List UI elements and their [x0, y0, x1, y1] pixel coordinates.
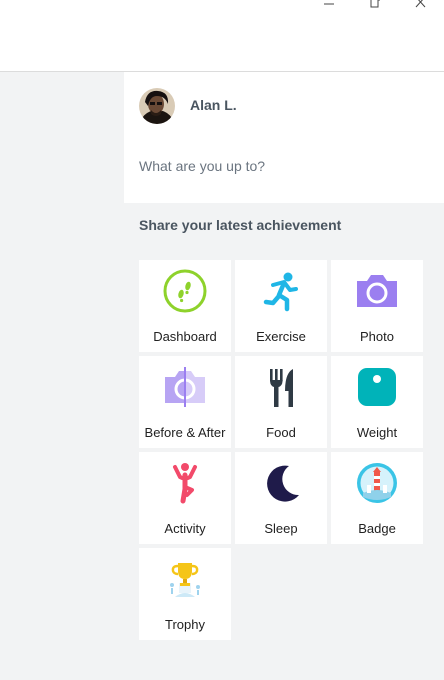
moon-icon	[267, 465, 299, 502]
close-icon	[415, 0, 426, 8]
trophy-icon	[170, 563, 200, 597]
maximize-button[interactable]	[363, 0, 387, 12]
photo-tile[interactable]: Photo	[331, 260, 423, 352]
sleep-tile[interactable]: Sleep	[235, 452, 327, 544]
section-title: Share your latest achievement	[139, 217, 342, 233]
tile-label: Exercise	[256, 329, 306, 344]
before-after-tile[interactable]: Before & After	[139, 356, 231, 448]
tile-label: Weight	[356, 425, 398, 440]
tile-label: Before & After	[144, 425, 226, 440]
badge-tile[interactable]: Badge	[331, 452, 423, 544]
activity-icon	[173, 463, 197, 504]
exercise-icon	[263, 272, 298, 312]
user-name: Alan L.	[190, 97, 237, 113]
food-tile[interactable]: Food	[235, 356, 327, 448]
tile-label: Food	[266, 425, 296, 440]
exercise-tile[interactable]: Exercise	[235, 260, 327, 352]
title-bar	[0, 0, 444, 72]
left-pane	[0, 72, 124, 680]
tile-label: Trophy	[165, 617, 205, 632]
tile-label: Activity	[164, 521, 206, 536]
camera-icon	[357, 275, 397, 307]
activity-tile[interactable]: Activity	[139, 452, 231, 544]
weight-tile[interactable]: Weight	[331, 356, 423, 448]
status-composer: Alan L.	[124, 72, 444, 203]
status-input[interactable]	[139, 155, 429, 177]
food-icon	[270, 369, 293, 407]
dashboard-tile[interactable]: Dashboard	[139, 260, 231, 352]
close-button[interactable]	[409, 0, 433, 12]
maximize-icon	[370, 0, 380, 8]
minimize-icon	[324, 3, 334, 5]
tile-label: Photo	[360, 329, 394, 344]
tile-label: Sleep	[264, 521, 298, 536]
tile-label: Dashboard	[153, 329, 217, 344]
badge-icon	[357, 463, 397, 503]
avatar[interactable]	[139, 88, 175, 124]
main-panel: Alan L. Share your latest achievement Da…	[124, 72, 444, 680]
dashboard-icon	[163, 269, 207, 313]
tile-label: Badge	[358, 521, 396, 536]
trophy-tile[interactable]: Trophy	[139, 548, 231, 640]
before-after-icon	[165, 367, 205, 407]
scale-icon	[358, 368, 396, 406]
minimize-button[interactable]	[317, 0, 341, 12]
